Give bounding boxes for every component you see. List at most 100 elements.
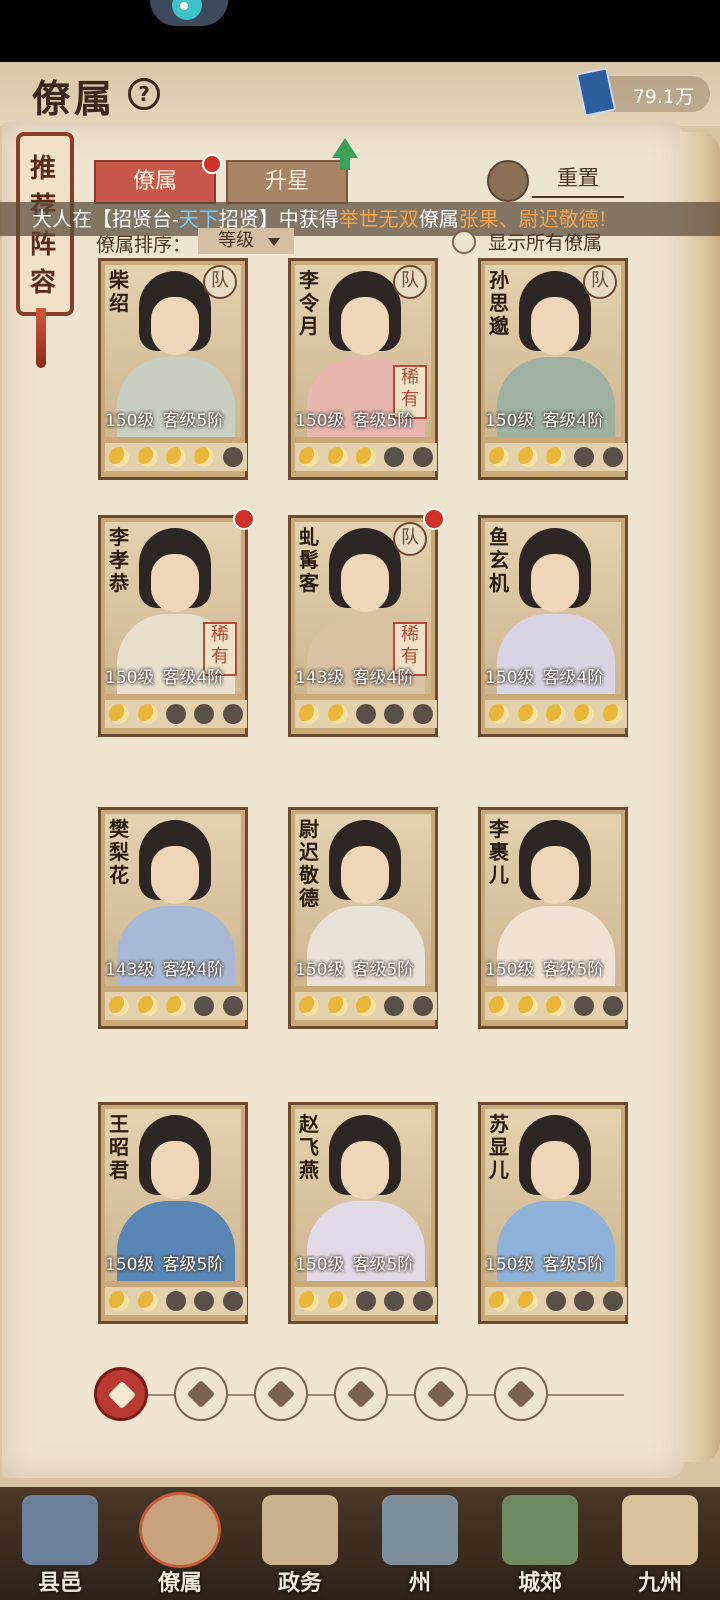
nav-item[interactable]: 九州 xyxy=(600,1487,720,1600)
empty-star-icon xyxy=(412,704,433,724)
nav-label: 州 xyxy=(408,1570,431,1596)
retainer-stats: 150级 客级5阶 xyxy=(105,1250,247,1275)
retainer-card[interactable]: 鱼玄机 150级 客级4阶 xyxy=(478,515,628,737)
empty-star-icon xyxy=(384,704,405,724)
star-row xyxy=(295,443,437,471)
retainer-card[interactable]: 李裹儿 150级 客级5阶 xyxy=(478,807,628,1029)
empty-star-icon xyxy=(412,1291,433,1311)
help-icon[interactable]: ? xyxy=(128,78,160,110)
retainer-card[interactable]: 王昭君 150级 客级5阶 xyxy=(98,1102,248,1324)
moon-star-icon xyxy=(137,996,158,1016)
retainer-card[interactable]: 赵飞燕 150级 客级5阶 xyxy=(288,1102,438,1324)
empty-star-icon xyxy=(602,447,623,467)
empty-star-icon xyxy=(602,1291,623,1311)
level-text: 150级 xyxy=(295,1255,345,1275)
retainer-stats: 150级 客级5阶 xyxy=(105,406,247,431)
level-text: 150级 xyxy=(105,411,155,431)
empty-star-icon xyxy=(222,704,243,724)
rank-text: 客级5阶 xyxy=(352,960,415,980)
retainer-stats: 150级 客级4阶 xyxy=(485,663,627,688)
nav-item[interactable]: 城郊 xyxy=(480,1487,600,1600)
moon-star-icon xyxy=(545,996,566,1016)
retainer-card[interactable]: 苏显儿 150级 客级5阶 xyxy=(478,1102,628,1324)
faction-all-icon[interactable] xyxy=(94,1367,148,1421)
retainer-name: 李裹儿 xyxy=(489,817,509,887)
empty-star-icon xyxy=(545,1291,566,1311)
moon-star-icon xyxy=(109,1291,130,1311)
star-row xyxy=(105,443,247,471)
star-row xyxy=(105,992,247,1020)
faction-civil-icon[interactable] xyxy=(174,1367,228,1421)
nav-item[interactable]: 县邑 xyxy=(0,1487,120,1600)
moon-star-icon xyxy=(517,447,538,467)
empty-star-icon xyxy=(222,1291,243,1311)
moon-star-icon xyxy=(517,1291,538,1311)
nav-label: 县邑 xyxy=(37,1570,82,1596)
faction-military-icon[interactable] xyxy=(254,1367,308,1421)
reset-button[interactable]: 重置 xyxy=(532,160,624,198)
retainer-card[interactable]: 李孝恭 稀有 150级 客级4阶 xyxy=(98,508,255,737)
rank-text: 客级5阶 xyxy=(352,411,415,431)
empty-star-icon xyxy=(412,447,433,467)
moon-star-icon xyxy=(327,996,348,1016)
moon-star-icon xyxy=(137,447,158,467)
moon-star-icon xyxy=(517,704,538,724)
star-row xyxy=(105,1287,247,1315)
star-row xyxy=(485,700,627,728)
moon-star-icon xyxy=(299,1291,320,1311)
nav-item[interactable]: 州 xyxy=(360,1487,480,1600)
page-title: 僚属 xyxy=(32,76,117,121)
status-bar xyxy=(0,0,720,62)
level-text: 150级 xyxy=(485,1255,535,1275)
level-text: 150级 xyxy=(485,960,535,980)
retainer-card[interactable]: 孙思邈 队 150级 客级4阶 xyxy=(478,258,628,480)
retainer-stats: 143级 客级4阶 xyxy=(105,955,247,980)
moon-star-icon xyxy=(299,996,320,1016)
notification-dot xyxy=(233,508,255,530)
tab-retainers[interactable]: 僚属 xyxy=(94,154,222,204)
currency-display[interactable]: 79.1万 xyxy=(575,67,710,117)
faction-culture-icon[interactable] xyxy=(334,1367,388,1421)
retainer-card[interactable]: 柴绍 队 150级 客级5阶 xyxy=(98,258,248,480)
retainer-card[interactable]: 虬髯客队稀有 143级 客级4阶 xyxy=(288,508,445,737)
level-text: 150级 xyxy=(485,668,535,688)
moon-star-icon xyxy=(489,996,510,1016)
chevron-down-icon xyxy=(268,238,280,246)
show-all-checkbox[interactable] xyxy=(452,230,476,254)
retainer-card[interactable]: 樊梨花 143级 客级4阶 xyxy=(98,807,248,1029)
faction-fan-icon[interactable] xyxy=(414,1367,468,1421)
rank-text: 客级4阶 xyxy=(162,668,225,688)
tab-star-up[interactable]: 升星 xyxy=(226,160,348,204)
level-text: 143级 xyxy=(295,668,345,688)
rank-text: 客级5阶 xyxy=(542,960,605,980)
retainer-name: 王昭君 xyxy=(109,1112,129,1182)
star-row xyxy=(485,1287,627,1315)
empty-star-icon xyxy=(194,1291,215,1311)
retainer-card[interactable]: 尉迟敬德 150级 客级5阶 xyxy=(288,807,438,1029)
upgrade-arrow-icon xyxy=(332,138,358,158)
retainer-name: 孙思邈 xyxy=(489,268,509,338)
empty-star-icon xyxy=(222,447,243,467)
level-text: 150级 xyxy=(295,960,345,980)
moon-star-icon xyxy=(109,447,130,467)
empty-star-icon xyxy=(194,996,215,1016)
moon-star-icon xyxy=(517,996,538,1016)
rank-text: 客级4阶 xyxy=(542,411,605,431)
tassel-icon xyxy=(36,308,46,368)
retainer-stats: 150级 客级5阶 xyxy=(295,955,437,980)
reset-icon[interactable] xyxy=(487,160,529,202)
currency-value: 79.1万 xyxy=(632,86,694,108)
retainer-card[interactable]: 李令月队稀有 150级 客级5阶 xyxy=(288,258,438,480)
retainer-name: 尉迟敬德 xyxy=(299,817,319,910)
rank-text: 客级5阶 xyxy=(162,1255,225,1275)
moon-star-icon xyxy=(165,996,186,1016)
retainer-name: 苏显儿 xyxy=(489,1112,509,1182)
nav-item[interactable]: 政务 xyxy=(240,1487,360,1600)
faction-beast-icon[interactable] xyxy=(494,1367,548,1421)
retainer-stats: 143级 客级4阶 xyxy=(295,663,437,688)
nav-item[interactable]: 僚属 xyxy=(120,1487,240,1600)
empty-star-icon xyxy=(574,996,595,1016)
moon-star-icon xyxy=(489,704,510,724)
team-badge: 队 xyxy=(393,522,427,556)
retainer-stats: 150级 客级5阶 xyxy=(485,1250,627,1275)
